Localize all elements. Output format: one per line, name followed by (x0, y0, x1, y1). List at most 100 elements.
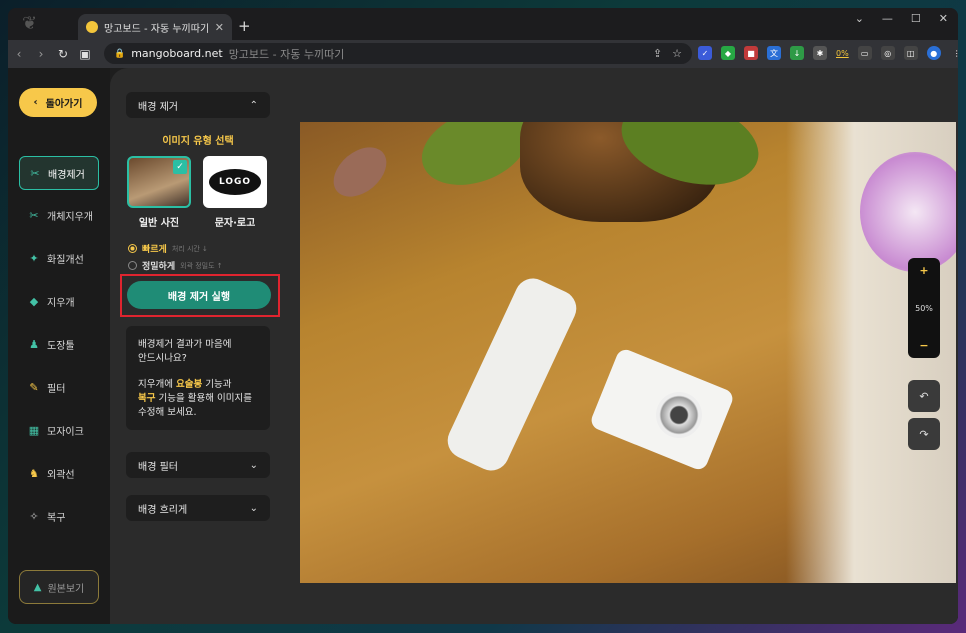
redo-icon: ↷ (919, 427, 929, 441)
stamp-icon: ♟ (29, 337, 39, 351)
minimize-button[interactable]: — (882, 12, 893, 25)
extension-photo-icon[interactable]: ■ (744, 46, 758, 60)
speed-option-fast[interactable]: 빠르게 처리 시간 ↓ (128, 242, 208, 255)
original-icon: ▲ (33, 581, 42, 593)
chevron-down-icon: ⌄ (249, 459, 258, 471)
image-type-logo[interactable]: LOGO (203, 156, 267, 208)
nav-item-label: 화질개선 (47, 254, 84, 266)
check-icon: ✓ (173, 160, 187, 174)
left-nav: ‹ 돌아가기 ✂ 배경제거 ✂ 개체지우개 ✦ 화질개선 ◆ 지우개 ♟ 도장툴 (8, 68, 110, 624)
logo-thumbnail: LOGO (209, 169, 261, 195)
bookmark-star-icon[interactable]: ☆ (672, 47, 682, 60)
address-bar[interactable]: 🔒 mangoboard.net 망고보드 - 자동 누끼따기 ⇪ ☆ (104, 43, 692, 64)
mango-favicon-icon (86, 21, 98, 33)
nav-item-restore[interactable]: ✧ 복구 (19, 499, 99, 533)
zoom-out-icon[interactable]: − (919, 339, 928, 352)
new-tab-button[interactable]: + (238, 17, 251, 35)
tip-line: 안드시나요? (138, 353, 187, 364)
speed-option-precise[interactable]: 정밀하게 외곽 정밀도 ↑ (128, 259, 223, 272)
tab-mangoboard[interactable]: 망고보드 - 자동 누끼따기 ✕ (78, 14, 232, 40)
tip-box: 배경제거 결과가 마음에 안드시나요? 지우개에 요술봉 기능과 복구 기능을 … (126, 326, 270, 430)
nav-item-object-eraser[interactable]: ✂ 개체지우개 (19, 198, 99, 232)
close-window-button[interactable]: ✕ (939, 12, 948, 25)
url-host: mangoboard.net (131, 47, 223, 60)
chevron-down-icon: ⌄ (249, 502, 258, 514)
extensions-bar: ✓ ◆ ■ 文 ↓ ✱ 0% ▭ ◎ ◫ ● ⋮ (698, 46, 958, 60)
profile-avatar-icon[interactable]: ● (926, 46, 941, 60)
nav-item-label: 필터 (47, 383, 66, 395)
photo-shooting-grip (441, 272, 583, 477)
magic-wand-highlight: 요술봉 (175, 379, 203, 390)
image-type-heading: 이미지 유형 선택 (162, 136, 234, 147)
profile-icon[interactable]: ❦ (22, 13, 72, 39)
zoom-control: + 50% − (908, 258, 940, 358)
forward-arrow-icon[interactable]: › (30, 47, 52, 61)
menu-kebab-icon[interactable]: ⋮ (950, 46, 958, 60)
extension-capture-icon[interactable]: ◎ (880, 46, 895, 60)
eraser-icon: ◆ (29, 294, 39, 308)
reload-icon[interactable]: ↻ (52, 47, 74, 61)
image-canvas[interactable] (300, 122, 956, 583)
notion-extension-icon[interactable]: ▣ (74, 47, 96, 61)
tip-line: 수정해 보세요. (138, 407, 197, 418)
extension-media-icon[interactable]: ▭ (857, 46, 872, 60)
chevron-left-icon: ‹ (33, 97, 38, 108)
tab-search-icon[interactable]: ⌄ (855, 12, 864, 25)
redo-button[interactable]: ↷ (908, 418, 940, 450)
undo-icon: ↶ (919, 389, 929, 403)
nav-item-mosaic[interactable]: ▦ 모자이크 (19, 413, 99, 447)
radio-fast-label: 빠르게 (142, 245, 167, 255)
back-button[interactable]: ‹ 돌아가기 (19, 88, 97, 117)
nav-item-label: 도장툴 (47, 340, 75, 352)
nav-item-stamp[interactable]: ♟ 도장툴 (19, 327, 99, 361)
nav-item-quality[interactable]: ✦ 화질개선 (19, 241, 99, 275)
nav-item-bg-remove[interactable]: ✂ 배경제거 (19, 156, 99, 190)
extension-percent-badge[interactable]: 0% (836, 49, 849, 58)
extension-download-icon[interactable]: ↓ (790, 46, 804, 60)
nav-item-eraser[interactable]: ◆ 지우개 (19, 284, 99, 318)
bg-blur-section-header[interactable]: 배경 흐리게 ⌄ (126, 495, 270, 521)
extension-shield-icon[interactable]: ◆ (721, 46, 735, 60)
run-bg-remove-button[interactable]: 배경 제거 실행 (127, 281, 271, 309)
zoom-level: 50% (915, 303, 933, 313)
nav-item-label: 개체지우개 (47, 211, 93, 223)
radio-precise[interactable] (128, 261, 137, 270)
side-panel-icon[interactable]: ◫ (903, 46, 918, 60)
editor-app: ‹ 돌아가기 ✂ 배경제거 ✂ 개체지우개 ✦ 화질개선 ◆ 지우개 ♟ 도장툴 (8, 68, 958, 624)
restore-icon: ✧ (29, 509, 39, 523)
undo-button[interactable]: ↶ (908, 380, 940, 412)
radio-fast[interactable] (128, 244, 137, 253)
restore-highlight: 복구 (138, 393, 156, 404)
image-type-photo[interactable]: ✓ (127, 156, 191, 208)
outline-person-icon: ♞ (29, 466, 39, 480)
section-title: 배경 제거 (138, 101, 178, 113)
zoom-in-icon[interactable]: + (919, 264, 928, 277)
nav-item-filter[interactable]: ✎ 필터 (19, 370, 99, 404)
share-icon[interactable]: ⇪ (653, 47, 662, 60)
nav-item-label: 모자이크 (47, 426, 84, 438)
extension-translate-icon[interactable]: 文 (767, 46, 781, 60)
filter-brush-icon: ✎ (29, 380, 39, 394)
extension-check-icon[interactable]: ✓ (698, 46, 712, 60)
back-arrow-icon[interactable]: ‹ (8, 47, 30, 61)
back-button-label: 돌아가기 (45, 99, 83, 110)
maximize-button[interactable]: ☐ (911, 12, 921, 25)
bg-filter-section-header[interactable]: 배경 필터 ⌄ (126, 452, 270, 478)
nav-item-label: 외곽선 (47, 469, 75, 481)
tab-close-icon[interactable]: ✕ (215, 21, 224, 34)
view-original-button[interactable]: ▲ 원본보기 (19, 570, 99, 604)
view-original-label: 원본보기 (47, 583, 85, 595)
lock-icon[interactable]: 🔒 (114, 49, 125, 59)
radio-precise-hint: 외곽 정밀도 ↑ (180, 261, 223, 270)
radio-fast-hint: 처리 시간 ↓ (171, 244, 208, 253)
tab-strip: ❦ 망고보드 - 자동 누끼따기 ✕ + ⌄ — ☐ ✕ (8, 8, 958, 40)
nav-item-label: 배경제거 (48, 169, 85, 181)
section-title: 배경 필터 (138, 461, 178, 473)
bg-remove-section-header[interactable]: 배경 제거 ⌃ (126, 92, 270, 118)
nav-item-outline[interactable]: ♞ 외곽선 (19, 456, 99, 490)
photo-leaf (324, 137, 396, 207)
nav-item-label: 복구 (47, 512, 66, 524)
tip-line: 배경제거 결과가 마음에 (138, 339, 232, 350)
nav-item-label: 지우개 (47, 297, 75, 309)
extension-puzzle-icon[interactable]: ✱ (813, 46, 827, 60)
